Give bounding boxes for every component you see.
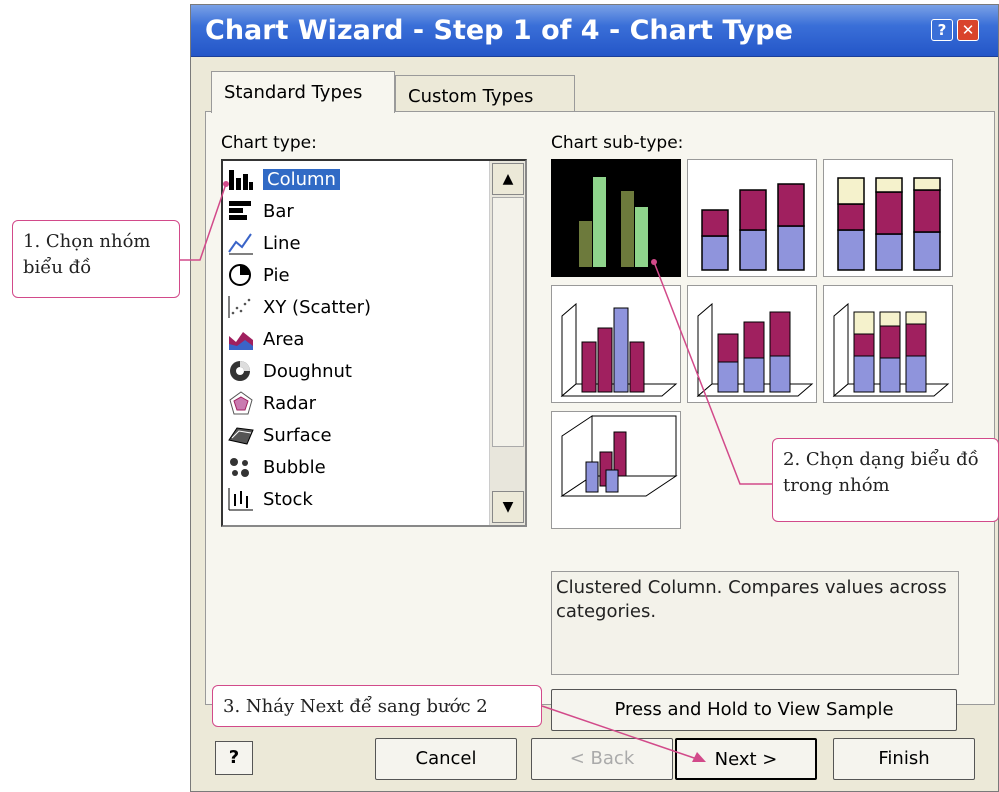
percent-stacked-column-icon: [837, 177, 941, 271]
callout-step2: 2. Chọn dạng biểu đồ trong nhóm: [772, 438, 999, 522]
area-icon: [229, 332, 253, 350]
scatter-icon: [228, 296, 251, 318]
scroll-thumb[interactable]: [492, 197, 524, 447]
subtype-3d-column[interactable]: [551, 411, 681, 529]
3d-percent-stacked-column-icon: [832, 302, 950, 398]
3d-stacked-column-icon: [696, 302, 814, 398]
title-bar: Chart Wizard - Step 1 of 4 - Chart Type …: [191, 5, 998, 57]
finish-button[interactable]: Finish: [833, 738, 975, 780]
subtype-100-stacked-column[interactable]: [823, 159, 953, 277]
tab-custom-types[interactable]: Custom Types: [395, 75, 575, 111]
next-button[interactable]: Next >: [675, 738, 817, 780]
subtype-3d-stacked-column[interactable]: [687, 285, 817, 403]
bubble-icon: [230, 458, 249, 477]
list-item-column[interactable]: Column: [227, 163, 493, 195]
subtype-description: Clustered Column. Compares values across…: [551, 571, 959, 675]
bar-icon: [229, 201, 251, 220]
subtype-clustered-column[interactable]: [551, 159, 681, 277]
list-item-label: Bubble: [263, 456, 326, 478]
list-item-bubble[interactable]: Bubble: [227, 451, 493, 483]
tab-standard-types[interactable]: Standard Types: [211, 71, 395, 113]
pie-icon: [229, 264, 251, 286]
list-item-doughnut[interactable]: Doughnut: [227, 355, 493, 387]
listbox-scrollbar[interactable]: ▲ ▼: [489, 161, 525, 525]
chart-type-label: Chart type:: [221, 133, 317, 153]
list-item-stock[interactable]: Stock: [227, 483, 493, 515]
callout-step3: 3. Nháy Next để sang bước 2: [212, 685, 542, 727]
stock-icon: [228, 488, 253, 511]
title-help-button[interactable]: ?: [931, 19, 953, 41]
list-item-area[interactable]: Area: [227, 323, 493, 355]
list-item-pie[interactable]: Pie: [227, 259, 493, 291]
subtype-3d-100-stacked-column[interactable]: [823, 285, 953, 403]
surface-icon: [228, 427, 254, 445]
3d-column-icon: [560, 415, 678, 497]
list-item-label: Radar: [263, 392, 316, 414]
list-item-line[interactable]: Line: [227, 227, 493, 259]
subtype-3d-clustered-column[interactable]: [551, 285, 681, 403]
scroll-down-icon[interactable]: ▼: [492, 491, 524, 523]
callout-step1: 1. Chọn nhóm biểu đồ: [12, 220, 180, 298]
list-item-label: Bar: [263, 200, 294, 222]
list-item-scatter[interactable]: XY (Scatter): [227, 291, 493, 323]
list-item-surface[interactable]: Surface: [227, 419, 493, 451]
list-item-label: Area: [263, 328, 305, 350]
subtype-stacked-column[interactable]: [687, 159, 817, 277]
list-item-radar[interactable]: Radar: [227, 387, 493, 419]
list-item-label: Column: [263, 168, 340, 190]
doughnut-icon: [230, 361, 250, 381]
list-item-label: Surface: [263, 424, 332, 446]
chart-type-listbox[interactable]: Column Bar Line Pie XY (Scatter) Area Do…: [221, 159, 527, 527]
list-item-label: Doughnut: [263, 360, 352, 382]
back-button[interactable]: < Back: [531, 738, 673, 780]
line-icon: [228, 233, 253, 255]
list-item-label: Line: [263, 232, 301, 254]
chart-subtype-label: Chart sub-type:: [551, 133, 684, 153]
close-button[interactable]: ✕: [957, 19, 979, 41]
window-title: Chart Wizard - Step 1 of 4 - Chart Type: [205, 15, 793, 46]
cancel-button[interactable]: Cancel: [375, 738, 517, 780]
list-item-bar[interactable]: Bar: [227, 195, 493, 227]
stacked-column-icon: [701, 183, 805, 271]
list-item-label: Pie: [263, 264, 290, 286]
3d-clustered-column-icon: [560, 302, 678, 398]
list-item-label: XY (Scatter): [263, 296, 372, 318]
column-icon: [229, 170, 253, 190]
clustered-column-icon: [579, 177, 648, 267]
scroll-up-icon[interactable]: ▲: [492, 163, 524, 195]
chart-wizard-dialog: Chart Wizard - Step 1 of 4 - Chart Type …: [190, 4, 999, 792]
view-sample-button[interactable]: Press and Hold to View Sample: [551, 689, 957, 731]
help-button[interactable]: ?: [215, 741, 253, 775]
list-item-label: Stock: [263, 488, 313, 510]
radar-icon: [229, 391, 253, 415]
